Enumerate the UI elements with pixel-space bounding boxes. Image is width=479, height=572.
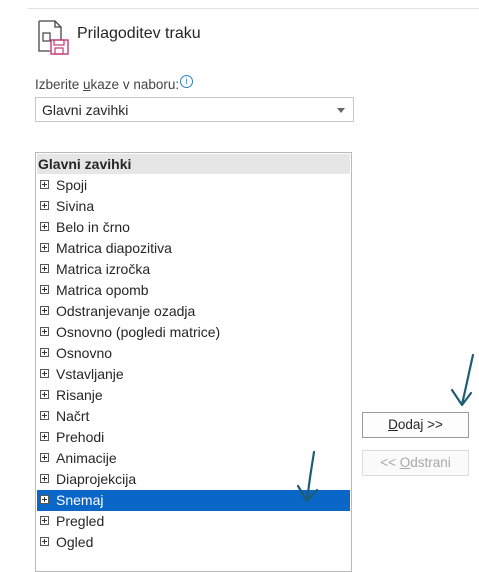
expand-icon[interactable] [40,537,49,546]
list-item-label: Prehodi [56,429,105,445]
list-item-label: Odstranjevanje ozadja [56,303,196,319]
expand-icon[interactable] [40,453,49,462]
expand-icon[interactable] [40,390,49,399]
list-item-label: Sivina [56,198,95,214]
annotation-arrow-icon [450,353,475,407]
list-item[interactable]: Vstavljanje [37,364,350,385]
commands-label: Izberite ukaze v naboru: i [35,75,194,92]
remove-button[interactable]: << Odstrani [362,450,469,476]
list-item-label: Diaprojekcija [56,471,137,487]
expand-icon[interactable] [40,516,49,525]
add-button[interactable]: Dodaj >> [362,412,469,438]
expand-icon[interactable] [40,411,49,420]
list-item[interactable]: Prehodi [37,427,350,448]
info-icon[interactable]: i [180,75,194,88]
list-item[interactable]: Sivina [37,196,350,217]
chevron-down-icon[interactable] [337,108,345,113]
expand-icon[interactable] [40,201,49,210]
list-item-label: Pregled [56,513,105,529]
list-item-label: Osnovno [56,345,113,361]
list-item-label: Risanje [56,387,103,403]
list-group-header: Glavni zavihki [37,154,350,174]
list-item[interactable]: Spoji [37,175,350,196]
list-item[interactable]: Odstranjevanje ozadja [37,301,350,322]
expand-icon[interactable] [40,327,49,336]
list-item-label: Ogled [56,534,94,550]
list-item-label: Snemaj [56,492,104,508]
list-item[interactable]: Pregled [37,511,350,532]
list-item-label: Osnovno (pogledi matrice) [56,324,221,340]
expand-icon[interactable] [40,243,49,252]
customize-ribbon-icon [38,20,69,55]
expand-icon[interactable] [40,222,49,231]
list-item[interactable]: Načrt [37,406,350,427]
expand-icon[interactable] [40,432,49,441]
annotation-arrow-icon [296,450,319,503]
list-item[interactable]: Belo in črno [37,217,350,238]
list-item[interactable]: Osnovno [37,343,350,364]
list-item[interactable]: Matrica izročka [37,259,350,280]
expand-icon[interactable] [40,348,49,357]
list-item-label: Animacije [56,450,117,466]
list-item-label: Načrt [56,408,90,424]
expand-icon[interactable] [40,180,49,189]
list-item-label: Matrica diapozitiva [56,240,172,256]
tabs-listbox[interactable]: Glavni zavihki Spoji Sivina Belo in črno Ma… [35,152,352,572]
expand-icon[interactable] [40,264,49,273]
list-item-label: Matrica izročka [56,261,151,277]
list-item-label: Spoji [56,177,88,193]
list-item[interactable]: Matrica opomb [37,280,350,301]
expand-icon[interactable] [40,474,49,483]
expand-icon[interactable] [40,495,49,504]
list-item-label: Vstavljanje [56,366,124,382]
expand-icon[interactable] [40,369,49,378]
list-item[interactable]: Risanje [37,385,350,406]
commands-dropdown-value: Glavni zavihki [42,102,129,118]
expand-icon[interactable] [40,306,49,315]
list-item[interactable]: Ogled [37,532,350,553]
top-divider [28,8,479,9]
expand-icon[interactable] [40,285,49,294]
list-item-label: Matrica opomb [56,282,149,298]
commands-dropdown[interactable]: Glavni zavihki [35,97,354,122]
page-title: Prilagoditev traku [77,25,201,42]
list-item[interactable]: Matrica diapozitiva [37,238,350,259]
list-item-label: Belo in črno [56,219,130,235]
list-item[interactable]: Osnovno (pogledi matrice) [37,322,350,343]
